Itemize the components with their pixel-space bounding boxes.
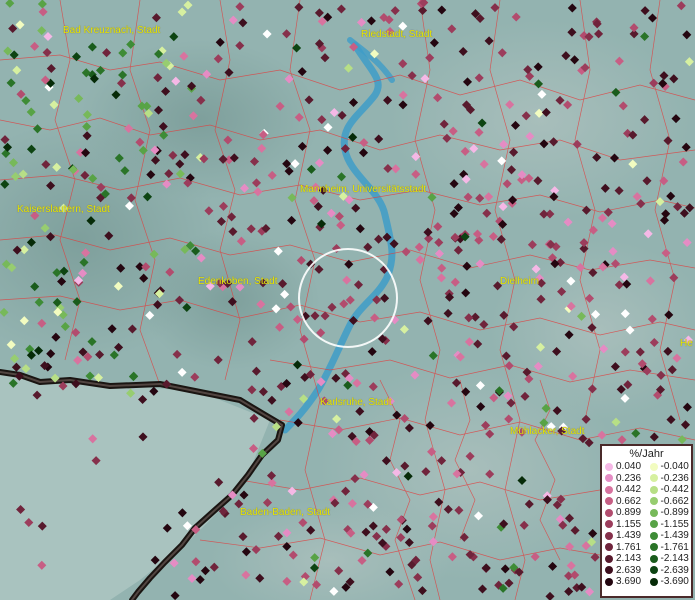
legend-title: %/Jahr: [629, 448, 664, 460]
negative-legend-swatch: [649, 531, 658, 540]
positive-legend-row: 0.236: [602, 473, 647, 485]
negative-legend-swatch: [649, 566, 658, 575]
city-label-bad-kreuznach: Bad Kreuznach, Stadt: [63, 25, 161, 36]
positive-legend-label: 1.439: [616, 530, 642, 542]
positive-legend-label: 1.155: [616, 518, 642, 530]
city-label-baden-baden: Baden-Baden, Stadt: [240, 507, 331, 518]
negative-legend-label: -0.899: [660, 507, 689, 519]
positive-legend-row: 0.040: [602, 461, 647, 473]
positive-legend-swatch: [605, 520, 613, 529]
negative-legend-row: -3.690: [647, 576, 692, 588]
positive-legend-swatch: [605, 531, 613, 540]
positive-legend-row: 2.143: [602, 553, 647, 565]
positive-legend-swatch: [605, 462, 613, 471]
positive-legend-label: 0.442: [616, 484, 642, 496]
positive-legend-swatch: [605, 554, 613, 563]
negative-legend-swatch: [649, 474, 658, 483]
negative-legend-swatch: [649, 508, 658, 517]
negative-legend-row: -2.639: [647, 565, 692, 577]
positive-legend-swatch: [605, 508, 613, 517]
negative-legend-row: -1.155: [647, 519, 692, 531]
negative-legend-swatch: [649, 554, 658, 563]
negative-legend-label: -2.143: [660, 553, 689, 565]
negative-legend-swatch: [649, 520, 658, 529]
positive-legend-swatch: [605, 543, 613, 552]
negative-legend-swatch: [649, 543, 658, 552]
positive-legend-row: 0.899: [602, 507, 647, 519]
negative-legend-row: -0.662: [647, 496, 692, 508]
city-label-mannheim: Mannheim, Universitätsstadt: [300, 184, 427, 195]
negative-legend-label: -1.439: [660, 530, 689, 542]
positive-legend-label: 0.040: [616, 461, 642, 473]
negative-legend-label: -1.761: [660, 541, 689, 553]
positive-legend-row: 1.439: [602, 530, 647, 542]
negative-legend-swatch: [649, 485, 658, 494]
legend: %/Jahr 0.040 0.236 0.442 0.662 0.899 1.155 1.4…: [600, 444, 693, 598]
negative-legend-swatch: [649, 497, 658, 506]
positive-legend-label: 3.690: [616, 576, 642, 588]
positive-legend-label: 0.236: [616, 472, 642, 484]
negative-legend-row: -1.439: [647, 530, 692, 542]
legend-positive-column: 0.040 0.236 0.442 0.662 0.899 1.155 1.439 1.761…: [602, 461, 647, 588]
city-label-dielheim: Dielheim: [500, 276, 539, 287]
positive-legend-row: 0.662: [602, 496, 647, 508]
city-label-riedstadt: Riedstadt, Stadt: [361, 29, 433, 40]
positive-legend-swatch: [605, 566, 613, 575]
negative-legend-row: -0.236: [647, 473, 692, 485]
map-base-layer: [0, 0, 695, 600]
negative-legend-row: -0.442: [647, 484, 692, 496]
negative-legend-row: -0.899: [647, 507, 692, 519]
negative-legend-row: -2.143: [647, 553, 692, 565]
positive-legend-label: 0.662: [616, 495, 642, 507]
negative-legend-swatch: [649, 577, 658, 586]
negative-legend-row: -1.761: [647, 542, 692, 554]
positive-legend-row: 0.442: [602, 484, 647, 496]
city-label-edenkoben: Edenkoben, Stadt: [198, 276, 278, 287]
negative-legend-label: -0.040: [660, 461, 689, 473]
positive-legend-swatch: [605, 485, 613, 494]
city-label-muehlacker: Mühlacker, Stadt: [510, 426, 585, 437]
positive-legend-swatch: [605, 577, 613, 586]
negative-legend-label: -0.662: [660, 495, 689, 507]
negative-legend-row: -0.040: [647, 461, 692, 473]
positive-legend-row: 1.761: [602, 542, 647, 554]
city-label-he: He: [680, 338, 693, 349]
negative-legend-label: -2.639: [660, 564, 689, 576]
legend-negative-column: -0.040 -0.236 -0.442 -0.662 -0.899 -1.155 -1.4…: [647, 461, 692, 588]
city-label-kaiserslautern: Kaiserslautern, Stadt: [17, 204, 110, 215]
positive-legend-row: 1.155: [602, 519, 647, 531]
negative-legend-swatch: [649, 462, 658, 471]
negative-legend-label: -0.236: [660, 472, 689, 484]
positive-legend-label: 2.143: [616, 553, 642, 565]
positive-legend-row: 3.690: [602, 576, 647, 588]
positive-legend-label: 2.639: [616, 564, 642, 576]
map-view[interactable]: Bad Kreuznach, Stadt Riedstadt, Stadt Ma…: [0, 0, 695, 600]
positive-legend-label: 1.761: [616, 541, 642, 553]
positive-legend-swatch: [605, 474, 613, 483]
positive-legend-row: 2.639: [602, 565, 647, 577]
positive-legend-swatch: [605, 497, 613, 506]
negative-legend-label: -1.155: [660, 518, 689, 530]
positive-legend-label: 0.899: [616, 507, 642, 519]
negative-legend-label: -0.442: [660, 484, 689, 496]
city-label-karlsruhe: Karlsruhe, Stadt: [320, 397, 392, 408]
negative-legend-label: -3.690: [660, 576, 689, 588]
